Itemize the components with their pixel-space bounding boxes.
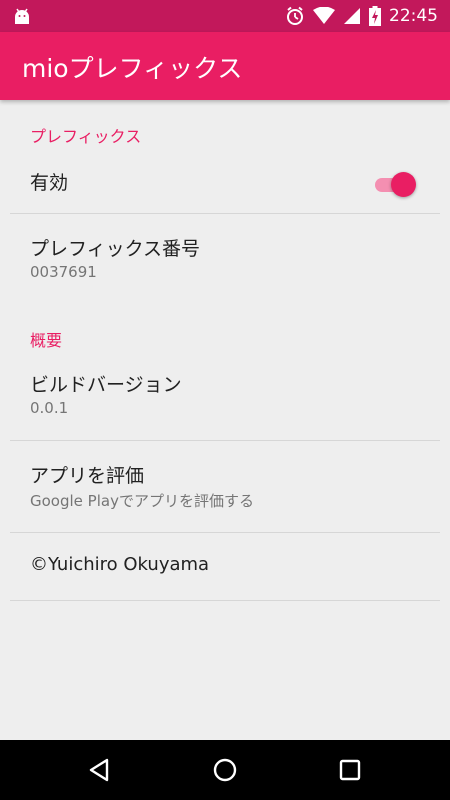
wifi-icon <box>313 7 335 24</box>
app-title: mioプレフィックス <box>22 54 243 83</box>
section-header-about: 概要 <box>30 331 63 350</box>
back-icon[interactable] <box>85 755 115 785</box>
setting-prefix-number[interactable]: プレフィックス番号 0037691 <box>0 214 450 286</box>
setting-rate-app[interactable]: アプリを評価 Google Playでアプリを評価する <box>0 441 450 532</box>
navigation-bar <box>0 740 450 800</box>
android-icon <box>15 8 29 24</box>
setting-copyright[interactable]: ©Yuichiro Okuyama <box>0 533 450 600</box>
setting-prefix-number-value: 0037691 <box>30 263 97 281</box>
alarm-icon <box>287 6 303 25</box>
home-icon[interactable] <box>210 755 240 785</box>
setting-build-version-value: 0.0.1 <box>30 399 69 417</box>
battery-charging-icon <box>369 6 381 26</box>
setting-build-version-title: ビルドバージョン <box>30 374 182 396</box>
setting-rate-app-summary: Google Playでアプリを評価する <box>30 492 254 510</box>
enabled-toggle[interactable] <box>373 170 417 200</box>
app-bar: mioプレフィックス <box>0 32 450 100</box>
setting-enabled[interactable]: 有効 <box>0 156 450 214</box>
recents-icon[interactable] <box>335 755 365 785</box>
setting-copyright-title: ©Yuichiro Okuyama <box>30 554 210 575</box>
status-bar: 22:45 <box>0 0 450 32</box>
signal-icon <box>344 8 360 24</box>
setting-enabled-title: 有効 <box>30 172 69 194</box>
setting-rate-app-title: アプリを評価 <box>30 465 145 487</box>
section-header-prefix: プレフィックス <box>30 127 142 146</box>
setting-build-version[interactable]: ビルドバージョン 0.0.1 <box>0 350 450 440</box>
divider <box>10 600 440 601</box>
status-time: 22:45 <box>389 6 438 26</box>
toggle-thumb <box>391 172 416 197</box>
setting-prefix-number-title: プレフィックス番号 <box>30 238 201 260</box>
